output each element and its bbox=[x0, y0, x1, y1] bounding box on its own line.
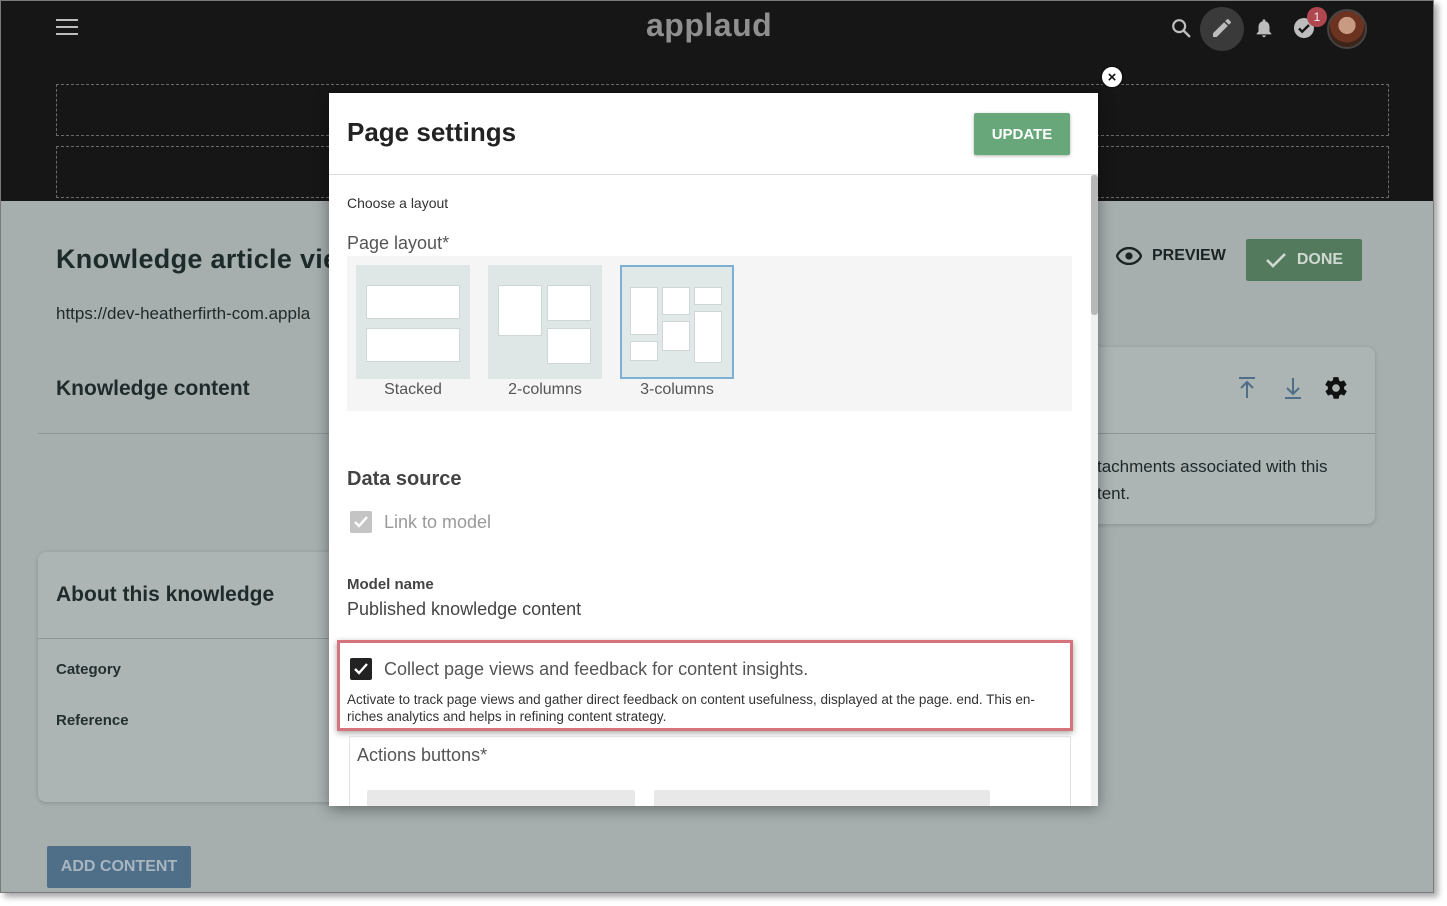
layout-label-3-columns: 3-columns bbox=[640, 381, 714, 398]
link-to-model-checkbox[interactable] bbox=[350, 511, 372, 533]
page-settings-dialog: Page settings UPDATE Choose a layout Pag… bbox=[329, 93, 1098, 806]
layout-option-stacked[interactable] bbox=[356, 265, 470, 379]
add-content-button[interactable]: ADD CONTENT bbox=[47, 846, 191, 888]
about-knowledge-card: About this knowledge Category Reference bbox=[38, 552, 338, 802]
layout-picker: Stacked 2-columns 3-columns bbox=[347, 256, 1072, 411]
close-dialog-icon[interactable]: × bbox=[1100, 65, 1124, 89]
scrollbar-thumb[interactable] bbox=[1091, 175, 1098, 315]
pencil-icon bbox=[1207, 13, 1237, 43]
model-name-label: Model name bbox=[347, 576, 434, 593]
action-button-field-1[interactable] bbox=[367, 790, 635, 806]
card-divider bbox=[38, 638, 338, 639]
model-name-value: Published knowledge content bbox=[347, 599, 582, 619]
layout-option-3-columns[interactable] bbox=[620, 265, 734, 379]
preview-button[interactable]: PREVIEW bbox=[1116, 247, 1226, 265]
bell-icon[interactable] bbox=[1249, 13, 1279, 43]
checkmark-icon bbox=[1265, 253, 1286, 268]
notification-badge: 1 bbox=[1307, 7, 1327, 27]
move-down-icon[interactable] bbox=[1281, 375, 1307, 401]
knowledge-content-heading: Knowledge content bbox=[56, 377, 250, 400]
page-layout-label: Page layout* bbox=[347, 233, 450, 253]
layout-option-2-columns[interactable] bbox=[488, 265, 602, 379]
choose-layout-label: Choose a layout bbox=[347, 195, 449, 211]
move-to-top-icon[interactable] bbox=[1235, 375, 1261, 401]
page-url: https://dev-heatherfirth-com.appla bbox=[56, 304, 311, 323]
eye-icon bbox=[1116, 247, 1142, 265]
dialog-scrollbar[interactable] bbox=[1091, 175, 1098, 806]
layout-label-stacked: Stacked bbox=[384, 381, 442, 398]
category-label: Category bbox=[56, 661, 122, 678]
app-window: applaud 1 Knowledge article vie https://… bbox=[0, 0, 1434, 893]
data-source-heading: Data source bbox=[347, 468, 462, 490]
action-button-field-2[interactable] bbox=[654, 790, 990, 806]
done-button[interactable]: DONE bbox=[1246, 239, 1362, 281]
update-button[interactable]: UPDATE bbox=[974, 113, 1070, 155]
attachments-card-text: tachments associated with this tent. bbox=[1097, 457, 1328, 503]
check-icon bbox=[354, 516, 368, 528]
preview-label: PREVIEW bbox=[1152, 247, 1226, 264]
done-label: DONE bbox=[1296, 251, 1344, 268]
layout-label-2-columns: 2-columns bbox=[508, 381, 582, 398]
dialog-title: Page settings bbox=[347, 117, 517, 147]
collect-insights-description: Activate to track page views and gather … bbox=[347, 692, 1035, 724]
dialog-header: Page settings UPDATE bbox=[329, 93, 1098, 175]
divider bbox=[38, 433, 338, 434]
card-divider bbox=[1081, 433, 1375, 434]
attachments-card: tachments associated with this tent. bbox=[1081, 347, 1375, 524]
hamburger-menu-icon[interactable] bbox=[56, 19, 78, 37]
link-to-model-label: Link to model bbox=[384, 512, 492, 532]
reference-label: Reference bbox=[56, 712, 129, 729]
check-icon bbox=[354, 663, 368, 675]
avatar[interactable] bbox=[1327, 9, 1367, 49]
gear-icon[interactable] bbox=[1323, 375, 1349, 401]
app-logo: applaud bbox=[646, 7, 773, 43]
actions-buttons-label: Actions buttons* bbox=[357, 745, 488, 765]
search-icon[interactable] bbox=[1166, 13, 1196, 43]
page-title: Knowledge article vie bbox=[56, 244, 339, 274]
collect-insights-label: Collect page views and feedback for cont… bbox=[384, 659, 809, 679]
collect-insights-checkbox[interactable] bbox=[350, 658, 372, 680]
about-heading: About this knowledge bbox=[56, 583, 275, 606]
